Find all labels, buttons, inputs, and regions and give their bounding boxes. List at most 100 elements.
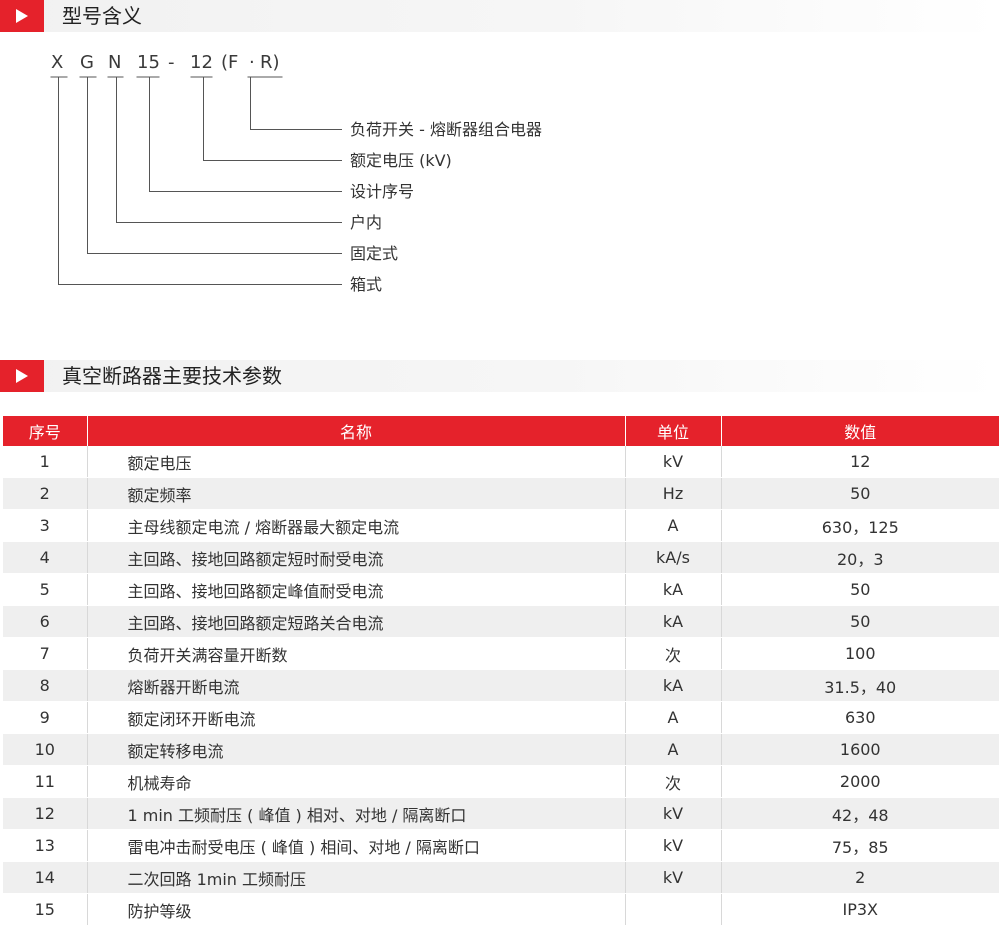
row-index: 12 bbox=[3, 797, 88, 830]
meaning-label-5: 固定式 bbox=[350, 244, 399, 263]
row-index: 2 bbox=[3, 477, 88, 510]
table-body: 1 额定电压 kV 12 2 额定频率 Hz 50 3 主母线额定电流 / 熔断器最大额定电流 A 6… bbox=[3, 446, 999, 926]
leader-line-1 bbox=[247, 76, 342, 130]
row-index: 15 bbox=[3, 893, 88, 926]
row-index: 7 bbox=[3, 637, 88, 670]
row-value: 50 bbox=[721, 477, 999, 510]
section-header-spec: 真空断路器主要技术参数 bbox=[0, 360, 1000, 392]
row-unit: kA/s bbox=[625, 541, 722, 574]
table-row: 5 主回路、接地回路额定峰值耐受电流 kA 50 bbox=[3, 573, 999, 606]
table-row: 12 1 min 工频耐压 ( 峰值 ) 相对、对地 / 隔离断口 kV 42，48 bbox=[3, 797, 999, 830]
row-name: 额定闭环开断电流 bbox=[87, 701, 626, 734]
table-row: 14 二次回路 1min 工频耐压 kV 2 bbox=[3, 861, 999, 894]
table-row: 2 额定频率 Hz 50 bbox=[3, 477, 999, 510]
leader-line-2 bbox=[190, 76, 342, 161]
code-char-x: X bbox=[51, 52, 64, 73]
row-index: 13 bbox=[3, 829, 88, 862]
row-index: 8 bbox=[3, 669, 88, 702]
code-char-n: N bbox=[108, 52, 122, 73]
row-index: 3 bbox=[3, 509, 88, 542]
row-name: 主回路、接地回路额定短时耐受电流 bbox=[87, 541, 626, 574]
code-char-dot: · bbox=[249, 52, 255, 73]
row-unit: kA bbox=[625, 669, 722, 702]
code-char-dash: - bbox=[168, 52, 175, 73]
model-code-diagram bbox=[50, 76, 342, 285]
header-unit: 单位 bbox=[625, 416, 722, 446]
meaning-label-2: 额定电压 (kV) bbox=[350, 151, 452, 170]
leader-line-5 bbox=[79, 76, 342, 254]
row-index: 10 bbox=[3, 733, 88, 766]
row-value: 1600 bbox=[721, 733, 999, 766]
row-value: 2 bbox=[721, 861, 999, 894]
row-unit: Hz bbox=[625, 477, 722, 510]
row-value: 75，85 bbox=[721, 829, 999, 862]
row-unit: kV bbox=[625, 861, 722, 894]
code-char-series: 15 bbox=[137, 52, 160, 73]
row-value: IP3X bbox=[721, 893, 999, 926]
row-name: 雷电冲击耐受电压 ( 峰值 ) 相间、对地 / 隔离断口 bbox=[87, 829, 626, 862]
row-value: 12 bbox=[721, 446, 999, 478]
meaning-label-1: 负荷开关 - 熔断器组合电器 bbox=[350, 120, 542, 139]
row-index: 14 bbox=[3, 861, 88, 894]
row-index: 9 bbox=[3, 701, 88, 734]
row-value: 2000 bbox=[721, 765, 999, 798]
row-unit: kV bbox=[625, 797, 722, 830]
table-header-row: 序号 名称 单位 数值 bbox=[3, 416, 999, 446]
row-unit: kA bbox=[625, 573, 722, 606]
row-index: 5 bbox=[3, 573, 88, 606]
row-value: 42，48 bbox=[721, 797, 999, 830]
meaning-label-3: 设计序号 bbox=[350, 182, 415, 201]
row-unit: kA bbox=[625, 605, 722, 638]
table-row: 15 防护等级 IP3X bbox=[3, 893, 999, 926]
row-unit: A bbox=[625, 733, 722, 766]
leader-line-3 bbox=[136, 76, 342, 192]
table-row: 9 额定闭环开断电流 A 630 bbox=[3, 701, 999, 734]
row-name: 1 min 工频耐压 ( 峰值 ) 相对、对地 / 隔离断口 bbox=[87, 797, 626, 830]
code-char-voltage: 12 bbox=[190, 52, 213, 73]
section-marker bbox=[0, 360, 44, 392]
meaning-label-4: 户内 bbox=[350, 213, 383, 232]
row-unit: A bbox=[625, 509, 722, 542]
row-name: 负荷开关满容量开断数 bbox=[87, 637, 626, 670]
row-index: 4 bbox=[3, 541, 88, 574]
section-title-spec: 真空断路器主要技术参数 bbox=[62, 364, 282, 388]
row-unit: A bbox=[625, 701, 722, 734]
row-unit bbox=[625, 893, 722, 926]
row-value: 630，125 bbox=[721, 509, 999, 542]
row-value: 630 bbox=[721, 701, 999, 734]
row-name: 额定转移电流 bbox=[87, 733, 626, 766]
code-char-g: G bbox=[80, 52, 94, 73]
row-unit: 次 bbox=[625, 637, 722, 670]
row-index: 1 bbox=[3, 446, 88, 478]
row-name: 机械寿命 bbox=[87, 765, 626, 798]
play-triangle-icon bbox=[16, 369, 28, 383]
row-name: 主母线额定电流 / 熔断器最大额定电流 bbox=[87, 509, 626, 542]
code-char-r-close: R) bbox=[260, 52, 280, 73]
row-index: 6 bbox=[3, 605, 88, 638]
table-row: 6 主回路、接地回路额定短路关合电流 kA 50 bbox=[3, 605, 999, 638]
code-char-open-f: (F bbox=[221, 52, 239, 73]
row-unit: kV bbox=[625, 829, 722, 862]
row-unit: 次 bbox=[625, 765, 722, 798]
header-index: 序号 bbox=[3, 416, 88, 446]
table-row: 1 额定电压 kV 12 bbox=[3, 446, 999, 478]
header-value: 数值 bbox=[721, 416, 999, 446]
row-value: 20，3 bbox=[721, 541, 999, 574]
row-index: 11 bbox=[3, 765, 88, 798]
row-value: 50 bbox=[721, 605, 999, 638]
meaning-label-6: 箱式 bbox=[350, 275, 383, 294]
table-row: 4 主回路、接地回路额定短时耐受电流 kA/s 20，3 bbox=[3, 541, 999, 574]
table-row: 8 熔断器开断电流 kA 31.5，40 bbox=[3, 669, 999, 702]
row-value: 31.5，40 bbox=[721, 669, 999, 702]
row-name: 防护等级 bbox=[87, 893, 626, 926]
table-row: 7 负荷开关满容量开断数次 100 bbox=[3, 637, 999, 670]
row-name: 额定频率 bbox=[87, 477, 626, 510]
header-name: 名称 bbox=[87, 416, 626, 446]
table-row: 11 机械寿命次 2000 bbox=[3, 765, 999, 798]
leader-line-4 bbox=[107, 76, 342, 223]
row-name: 熔断器开断电流 bbox=[87, 669, 626, 702]
row-unit: kV bbox=[625, 446, 722, 478]
table-row: 10 额定转移电流 A 1600 bbox=[3, 733, 999, 766]
spec-table: 序号 名称 单位 数值 1 额定电压 kV 12 2 额定频率 Hz 50 3 主母线额定电流 /… bbox=[3, 416, 999, 926]
row-name: 额定电压 bbox=[87, 446, 626, 478]
